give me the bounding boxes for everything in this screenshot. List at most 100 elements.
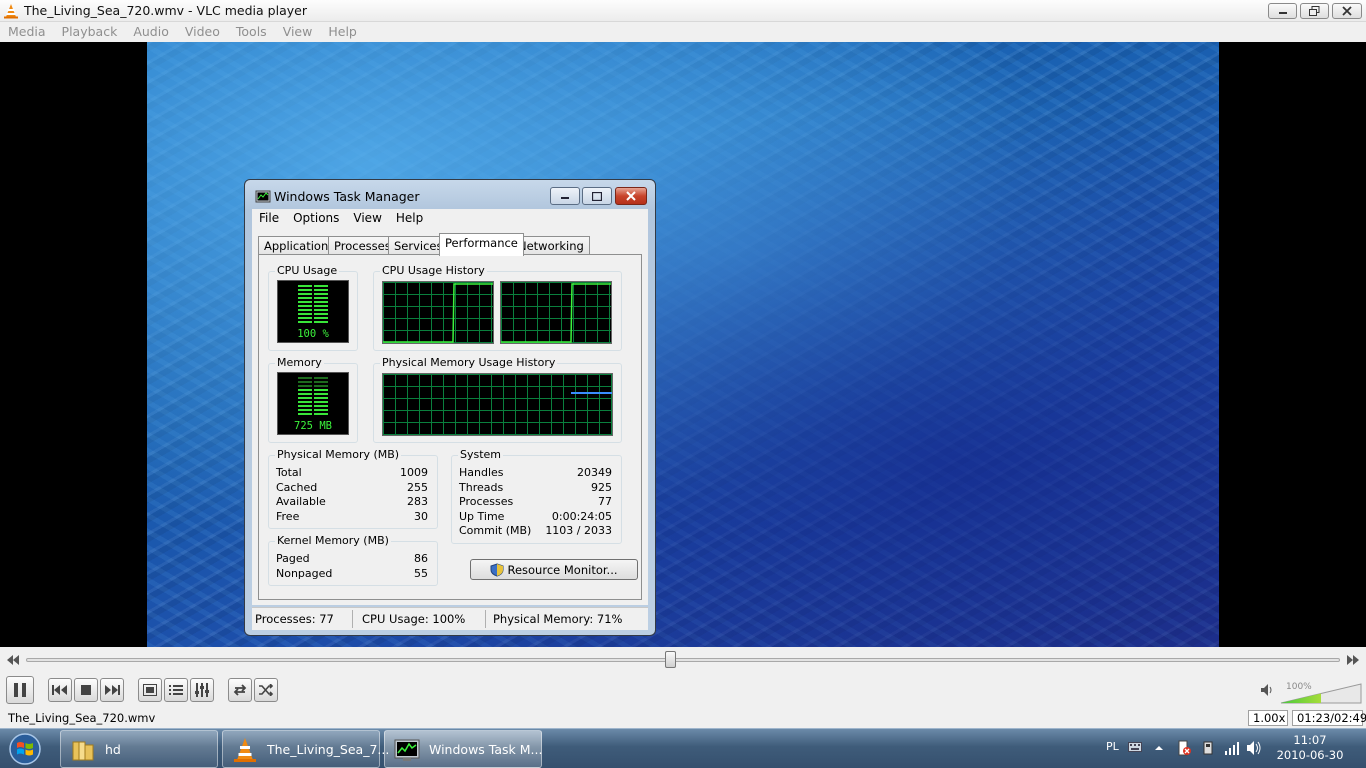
tm-menu-view[interactable]: View — [346, 209, 388, 228]
menu-view[interactable]: View — [275, 22, 321, 42]
uac-shield-icon — [490, 562, 504, 577]
clock-time: 11:07 — [1293, 733, 1327, 747]
close-button[interactable] — [1332, 3, 1362, 19]
stat-value: 0:00:24:05 — [551, 510, 612, 523]
minimize-icon — [1278, 12, 1287, 14]
previous-icon — [52, 685, 67, 695]
task-manager-icon — [255, 189, 271, 208]
stat-value: 1009 — [400, 466, 428, 479]
show-hidden-icons[interactable] — [1154, 745, 1164, 751]
stat-key: Paged — [276, 552, 310, 565]
seek-forward-icon[interactable] — [1346, 654, 1360, 666]
tm-menu-file[interactable]: File — [252, 209, 286, 228]
playback-speed[interactable]: 1.00x — [1248, 710, 1288, 726]
menu-audio[interactable]: Audio — [125, 22, 177, 42]
performance-page: CPU Usage 100 % CPU Usage History Memory… — [258, 254, 642, 600]
menu-tools[interactable]: Tools — [228, 22, 275, 42]
cpu-usage-value: 100 % — [297, 328, 329, 340]
menu-playback[interactable]: Playback — [54, 22, 126, 42]
action-center-icon[interactable] — [1176, 740, 1192, 756]
playlist-icon — [169, 685, 183, 695]
close-icon — [1342, 6, 1352, 16]
tm-close-button[interactable] — [615, 187, 647, 205]
stat-key: Processes — [459, 495, 514, 508]
taskbar-label: hd — [105, 742, 121, 757]
minimize-button[interactable] — [1268, 3, 1297, 19]
volume-slider[interactable] — [1280, 682, 1362, 704]
seek-slider[interactable] — [26, 658, 1340, 662]
stat-key: Threads — [459, 481, 504, 494]
stat-value: 30 — [414, 510, 428, 523]
next-button[interactable] — [100, 678, 124, 702]
pause-button[interactable] — [6, 676, 34, 704]
playback-time[interactable]: 01:23/02:49 — [1292, 710, 1366, 726]
stat-key: Cached — [276, 481, 318, 494]
shuffle-button[interactable] — [254, 678, 278, 702]
extended-settings-icon — [195, 683, 209, 697]
clock-date: 2010-06-30 — [1276, 748, 1344, 762]
system-label: System — [458, 448, 504, 461]
video-area[interactable] — [0, 42, 1366, 647]
menu-media[interactable]: Media — [0, 22, 54, 42]
stop-button[interactable] — [74, 678, 98, 702]
tab-processes[interactable]: Processes — [328, 236, 397, 255]
kernel-memory-group: Kernel Memory (MB) Paged 86 Nonpaged 55 — [268, 534, 438, 586]
tm-statusbar: Processes: 77 CPU Usage: 100% Physical M… — [252, 607, 648, 630]
vlc-menubar: Media Playback Audio Video Tools View He… — [0, 22, 1366, 42]
task-manager-title: Windows Task Manager — [274, 189, 420, 204]
window-title: The_Living_Sea_720.wmv - VLC media playe… — [24, 3, 307, 18]
vlc-statusbar: The_Living_Sea_720.wmv 1.00x 01:23/02:49 — [0, 708, 1366, 728]
menu-video[interactable]: Video — [177, 22, 228, 42]
tab-performance[interactable]: Performance — [439, 233, 524, 256]
language-indicator[interactable]: PL — [1106, 740, 1119, 753]
keyboard-icon[interactable] — [1128, 742, 1142, 752]
network-icon[interactable] — [1224, 740, 1240, 756]
extended-settings-button[interactable] — [190, 678, 214, 702]
pause-icon — [14, 683, 26, 697]
volume-icon[interactable] — [1246, 740, 1262, 756]
speaker-icon[interactable] — [1260, 683, 1274, 697]
system-tray: PL 11:07 2010-06-30 — [1100, 729, 1366, 768]
phys-history-graph — [382, 373, 613, 436]
resource-monitor-button[interactable]: Resource Monitor... — [470, 559, 638, 580]
seekbar — [0, 647, 1366, 674]
stat-value: 20349 — [577, 466, 612, 479]
taskbar-button-hd[interactable]: hd — [60, 730, 218, 768]
seek-handle[interactable] — [665, 651, 676, 668]
physical-memory-label: Physical Memory (MB) — [275, 448, 402, 461]
stat-key: Handles — [459, 466, 504, 479]
stat-key: Total — [276, 466, 302, 479]
tm-minimize-button[interactable] — [550, 187, 580, 205]
fullscreen-button[interactable] — [138, 678, 162, 702]
stat-value: 77 — [598, 495, 612, 508]
phys-history-group: Physical Memory Usage History — [373, 356, 622, 443]
fullscreen-icon — [143, 684, 157, 696]
tm-maximize-button[interactable] — [582, 187, 612, 205]
restore-button[interactable] — [1300, 3, 1329, 19]
taskbar-button-taskmgr[interactable]: Windows Task M... — [384, 730, 542, 768]
seek-back-icon[interactable] — [6, 654, 20, 666]
stat-key: Commit (MB) — [459, 524, 532, 537]
start-button[interactable] — [5, 732, 45, 766]
vlc-titlebar: The_Living_Sea_720.wmv - VLC media playe… — [0, 0, 1366, 22]
status-memory: Physical Memory: 71% — [493, 612, 623, 626]
memory-value: 725 MB — [294, 420, 332, 432]
tm-menu-options[interactable]: Options — [286, 209, 346, 228]
stat-value: 283 — [407, 495, 428, 508]
shuffle-icon — [259, 684, 274, 696]
task-manager-window[interactable]: Windows Task Manager File Options View H… — [244, 179, 656, 636]
removable-device-icon[interactable] — [1200, 740, 1216, 756]
clock[interactable]: 11:07 2010-06-30 — [1270, 733, 1350, 763]
status-separator — [352, 610, 353, 628]
playlist-button[interactable] — [164, 678, 188, 702]
previous-button[interactable] — [48, 678, 72, 702]
stop-icon — [81, 685, 91, 695]
tm-menu-help[interactable]: Help — [389, 209, 430, 228]
taskbar-button-vlc[interactable]: The_Living_Sea_7... — [222, 730, 389, 768]
menu-help[interactable]: Help — [320, 22, 365, 42]
task-manager-icon — [393, 736, 421, 767]
system-group: System Handles 20349 Threads 925 Processes… — [451, 448, 622, 544]
loop-button[interactable] — [228, 678, 252, 702]
restore-icon — [1309, 6, 1320, 16]
stat-key: Free — [276, 510, 300, 523]
